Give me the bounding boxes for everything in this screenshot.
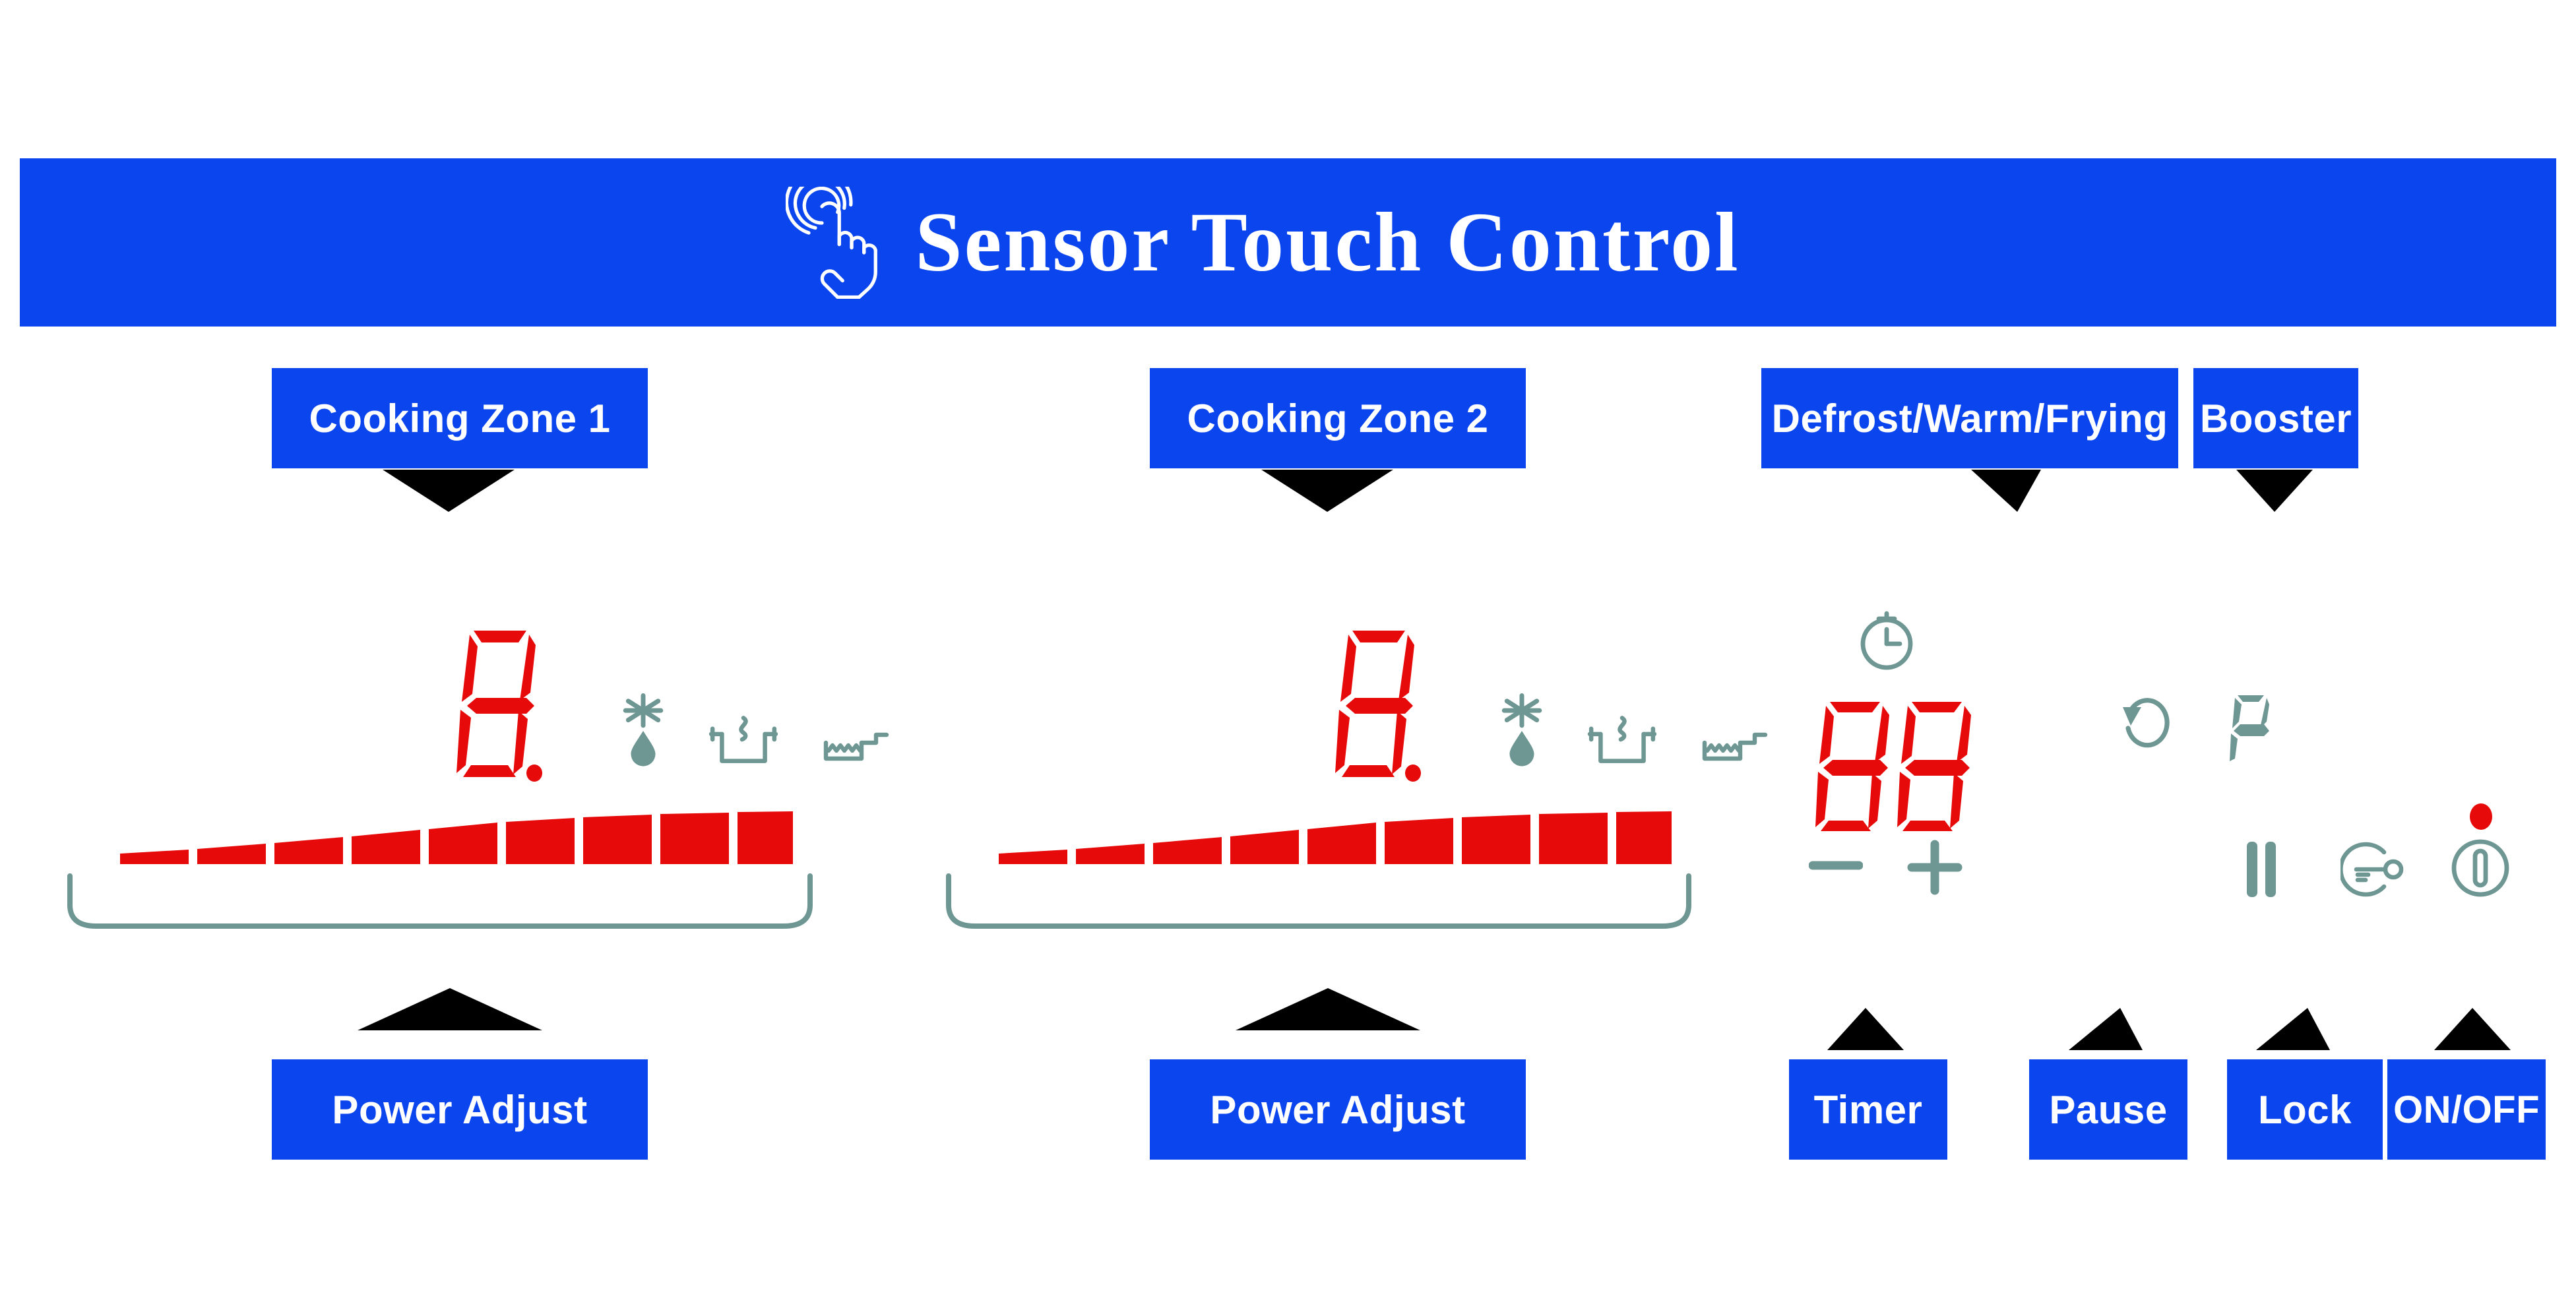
timer-increase-button[interactable]	[1906, 839, 1963, 896]
power-button-icon[interactable]	[2449, 835, 2512, 901]
label-text: Timer	[1813, 1087, 1923, 1132]
label-power-adjust-2[interactable]: Power Adjust	[1150, 1059, 1526, 1160]
keep-warm-pot-icon[interactable]	[707, 712, 780, 766]
label-lock[interactable]: Lock	[2227, 1059, 2383, 1160]
label-text: Power Adjust	[332, 1087, 588, 1132]
zone1-slider-bracket	[67, 873, 813, 929]
arrow-up-power-adjust-1	[358, 988, 542, 1030]
defrost-icon[interactable]	[1499, 693, 1545, 766]
zone2-function-icons	[1499, 693, 1768, 766]
timer-decrease-button[interactable]	[1809, 851, 1863, 880]
label-cooking-zone-2[interactable]: Cooking Zone 2	[1150, 368, 1526, 468]
arrow-up-pause	[2069, 1008, 2143, 1050]
label-booster[interactable]: Booster	[2193, 368, 2358, 468]
label-timer[interactable]: Timer	[1789, 1059, 1947, 1160]
zone1-power-slider[interactable]	[120, 811, 793, 864]
banner-title: Sensor Touch Control	[915, 195, 1740, 289]
arrow-up-lock	[2256, 1008, 2330, 1050]
pause-p-indicator	[2230, 695, 2269, 761]
zone2-power-level-display	[1335, 631, 1421, 782]
label-on-off[interactable]: ON/OFF	[2387, 1059, 2546, 1160]
key-lock-icon[interactable]	[2340, 839, 2408, 900]
frying-pan-icon[interactable]	[821, 727, 889, 766]
keep-warm-pot-icon[interactable]	[1586, 712, 1658, 766]
arrow-down-defrost-warm-frying	[1971, 470, 2041, 512]
label-power-adjust-1[interactable]: Power Adjust	[272, 1059, 648, 1160]
label-text: Cooking Zone 2	[1187, 396, 1489, 441]
sensor-touch-control-panel: Sensor Touch Control Cooking Zone 1 Cook…	[0, 0, 2576, 1312]
arrow-up-power-adjust-2	[1236, 988, 1420, 1030]
frying-pan-icon[interactable]	[1699, 727, 1768, 766]
power-indicator-dot	[2470, 803, 2492, 830]
arrow-down-cooking-zone-1	[383, 470, 515, 512]
arrow-down-cooking-zone-2	[1261, 470, 1393, 512]
label-text: Booster	[2199, 396, 2352, 441]
timer-display	[1815, 702, 1971, 831]
arrow-up-timer	[1827, 1008, 1904, 1050]
header-banner: Sensor Touch Control	[20, 158, 2556, 327]
circular-arrow-icon[interactable]	[2119, 694, 2174, 752]
label-text: Pause	[2049, 1087, 2168, 1132]
arrow-up-on-off	[2434, 1008, 2511, 1050]
cooking-zone-1-panel[interactable]	[66, 631, 889, 929]
label-pause[interactable]: Pause	[2029, 1059, 2187, 1160]
label-text: Lock	[2257, 1087, 2352, 1132]
label-text: ON/OFF	[2393, 1088, 2540, 1131]
zone1-function-icons	[620, 693, 889, 766]
zone2-power-slider[interactable]	[999, 811, 1672, 864]
zone1-power-level-display	[456, 631, 542, 782]
cooking-zone-2-panel[interactable]	[945, 631, 1768, 929]
arrow-down-booster	[2236, 470, 2313, 512]
pause-bars-icon[interactable]	[2243, 839, 2280, 900]
defrost-icon[interactable]	[620, 693, 666, 766]
label-text: Power Adjust	[1210, 1087, 1466, 1132]
zone2-slider-bracket	[946, 873, 1691, 929]
label-text: Cooking Zone 1	[309, 396, 611, 441]
label-cooking-zone-1[interactable]: Cooking Zone 1	[272, 368, 648, 468]
label-text: Defrost/Warm/Frying	[1771, 396, 2168, 441]
stopwatch-icon[interactable]	[1855, 607, 1918, 675]
label-defrost-warm-frying[interactable]: Defrost/Warm/Frying	[1761, 368, 2178, 468]
touch-hand-icon	[786, 186, 878, 299]
